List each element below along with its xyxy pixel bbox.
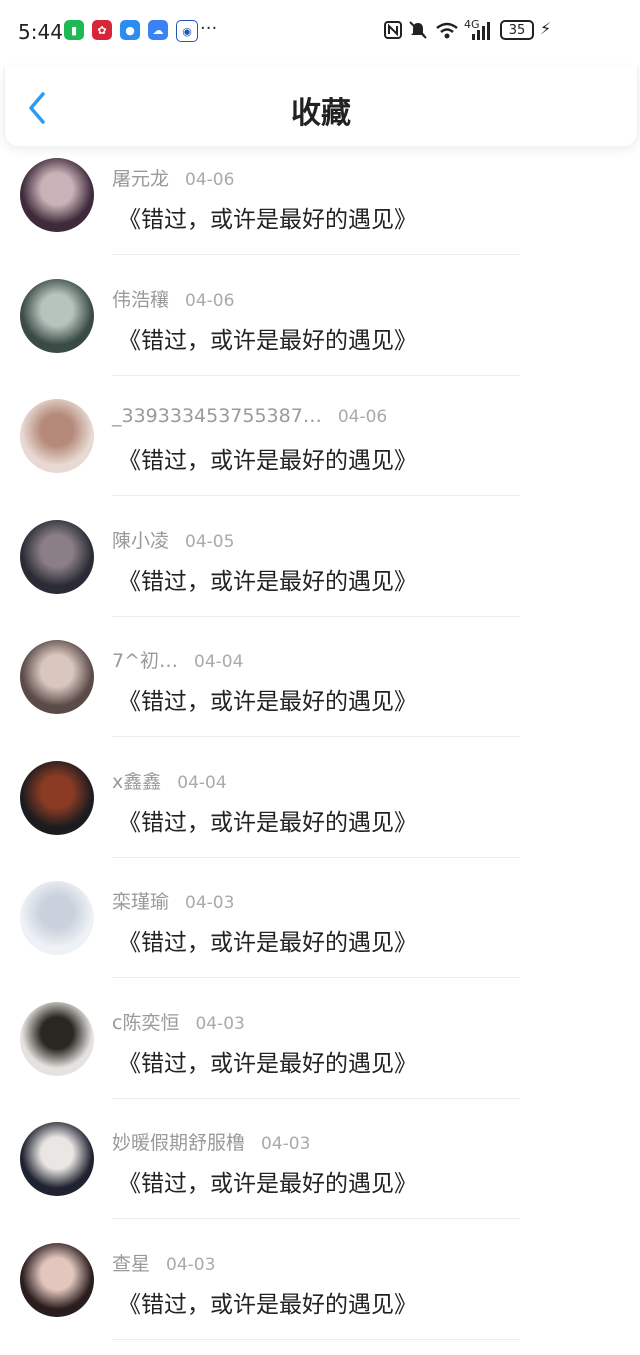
item-date: 04-06 <box>185 170 234 190</box>
battery-icon: 35 <box>500 20 534 40</box>
list-item[interactable]: x鑫鑫 04-04 《错过，或许是最好的遇见》 <box>0 753 640 874</box>
user-name: 屠元龙 <box>112 168 169 190</box>
divider <box>112 254 520 255</box>
item-date: 04-03 <box>195 1014 244 1034</box>
item-meta: _339333453755387… 04-06 <box>112 405 387 427</box>
item-title[interactable]: 《错过，或许是最好的遇见》 <box>118 803 417 837</box>
avatar[interactable] <box>20 279 94 353</box>
user-name: 查星 <box>112 1253 150 1275</box>
item-title[interactable]: 《错过，或许是最好的遇见》 <box>118 562 417 596</box>
page-title: 收藏 <box>5 88 637 132</box>
divider <box>112 857 520 858</box>
item-title[interactable]: 《错过，或许是最好的遇见》 <box>118 321 417 355</box>
list-item[interactable]: 栾瑾瑜 04-03 《错过，或许是最好的遇见》 <box>0 873 640 994</box>
battery-level: 35 <box>509 23 526 38</box>
avatar[interactable] <box>20 640 94 714</box>
item-date: 04-06 <box>338 407 387 427</box>
item-meta: 伟浩穰 04-06 <box>112 285 234 312</box>
divider <box>112 616 520 617</box>
item-title[interactable]: 《错过，或许是最好的遇见》 <box>118 1164 417 1198</box>
user-name: 栾瑾瑜 <box>112 891 169 913</box>
item-title[interactable]: 《错过，或许是最好的遇见》 <box>118 1044 417 1078</box>
item-meta: 栾瑾瑜 04-03 <box>112 887 234 914</box>
list-item[interactable]: 查星 04-03 《错过，或许是最好的遇见》 <box>0 1235 640 1355</box>
avatar[interactable] <box>20 761 94 835</box>
avatar[interactable] <box>20 881 94 955</box>
favorites-list: 屠元龙04-06《错过，或许是最好的遇见》伟浩穰04-06《错过，或许是最好的遇… <box>0 150 640 1355</box>
list-item[interactable]: 陳小凌 04-05 《错过，或许是最好的遇见》 <box>0 512 640 633</box>
item-meta: 妙暖假期舒服橹 04-03 <box>112 1128 310 1155</box>
item-title[interactable]: 《错过，或许是最好的遇见》 <box>118 441 417 475</box>
mute-bell-icon <box>408 20 428 40</box>
divider <box>112 495 520 496</box>
item-meta: 屠元龙 04-06 <box>112 164 234 191</box>
user-name: 陳小凌 <box>112 530 169 552</box>
signal-icon <box>470 20 494 42</box>
user-name: x鑫鑫 <box>112 771 161 793</box>
green-app-icon: ▮ <box>64 20 84 40</box>
user-name: c陈奕恒 <box>112 1012 179 1034</box>
item-date: 04-04 <box>194 652 243 672</box>
avatar[interactable] <box>20 1002 94 1076</box>
huawei-app-icon: ✿ <box>92 20 112 40</box>
item-date: 04-05 <box>185 532 234 552</box>
item-date: 04-04 <box>177 773 226 793</box>
divider <box>112 375 520 376</box>
list-item[interactable]: 伟浩穰 04-06 《错过，或许是最好的遇见》 <box>0 271 640 392</box>
message-app-icon: ● <box>120 20 140 40</box>
divider <box>112 736 520 737</box>
avatar[interactable] <box>20 399 94 473</box>
list-item[interactable]: 妙暖假期舒服橹 04-03 《错过，或许是最好的遇见》 <box>0 1114 640 1235</box>
item-meta: 7^初… 04-04 <box>112 646 243 673</box>
item-title[interactable]: 《错过，或许是最好的遇见》 <box>118 923 417 957</box>
status-bar: 5:44 ▮ ✿ ● ☁ ◉ ··· 4G 35 ⚡ <box>0 0 640 64</box>
user-name: _339333453755387… <box>112 405 322 427</box>
status-app-icons: ▮ ✿ ● ☁ ◉ <box>64 20 198 42</box>
avatar[interactable] <box>20 158 94 232</box>
item-title[interactable]: 《错过，或许是最好的遇见》 <box>118 1285 417 1319</box>
user-name: 7^初… <box>112 650 178 672</box>
charging-icon: ⚡ <box>540 19 551 38</box>
status-time: 5:44 <box>18 20 63 44</box>
item-date: 04-03 <box>185 893 234 913</box>
divider <box>112 977 520 978</box>
item-title[interactable]: 《错过，或许是最好的遇见》 <box>118 682 417 716</box>
list-item[interactable]: 屠元龙 04-06 《错过，或许是最好的遇见》 <box>0 150 640 271</box>
status-more-icon: ··· <box>200 18 217 39</box>
item-meta: 查星 04-03 <box>112 1249 215 1276</box>
item-meta: 陳小凌 04-05 <box>112 526 234 553</box>
list-item[interactable]: 7^初… 04-04 《错过，或许是最好的遇见》 <box>0 632 640 753</box>
item-date: 04-03 <box>166 1255 215 1275</box>
user-name: 妙暖假期舒服橹 <box>112 1132 245 1154</box>
list-item[interactable]: c陈奕恒 04-03 《错过，或许是最好的遇见》 <box>0 994 640 1115</box>
bank-app-icon: ◉ <box>176 20 198 42</box>
item-meta: x鑫鑫 04-04 <box>112 767 227 794</box>
user-name: 伟浩穰 <box>112 289 169 311</box>
divider <box>112 1098 520 1099</box>
nfc-icon <box>384 21 402 39</box>
list-item[interactable]: _339333453755387… 04-06 《错过，或许是最好的遇见》 <box>0 391 640 512</box>
item-date: 04-03 <box>261 1134 310 1154</box>
header-bar: 收藏 <box>4 66 638 146</box>
divider <box>112 1339 520 1340</box>
avatar[interactable] <box>20 1243 94 1317</box>
divider <box>112 1218 520 1219</box>
item-meta: c陈奕恒 04-03 <box>112 1008 245 1035</box>
item-title[interactable]: 《错过，或许是最好的遇见》 <box>118 200 417 234</box>
avatar[interactable] <box>20 1122 94 1196</box>
item-date: 04-06 <box>185 291 234 311</box>
avatar[interactable] <box>20 520 94 594</box>
wifi-icon <box>434 20 460 40</box>
cloud-app-icon: ☁ <box>148 20 168 40</box>
